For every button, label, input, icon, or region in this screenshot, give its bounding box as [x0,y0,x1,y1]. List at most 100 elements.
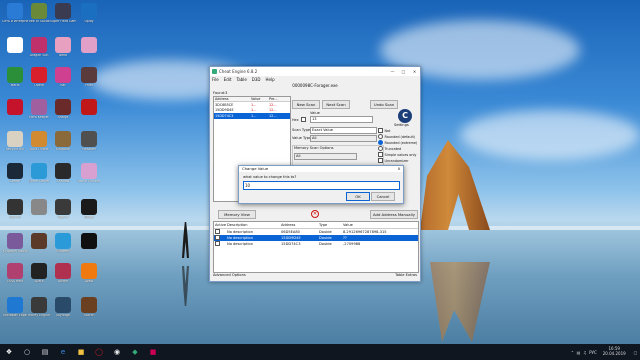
checkbox-box[interactable] [378,158,383,163]
network-icon[interactable]: ▤ [577,350,581,355]
desktop-icon[interactable]: Super Hard Game [50,2,76,32]
cancel-button[interactable]: Cancel [371,192,395,201]
windows-start-icon[interactable]: ❖ [3,347,15,357]
tray-up-icon[interactable]: ⌃ [571,350,574,355]
value-type-select[interactable]: All [310,135,377,142]
active-checkbox[interactable] [215,241,220,246]
cheat-engine-logo-icon[interactable]: C [398,109,412,123]
desktop-icon[interactable]: Сеть и Интернет [2,2,28,32]
column-value[interactable]: Value [251,97,269,101]
result-row-selected[interactable]: 15DD74C3 1... 12... [214,113,290,119]
language-indicator[interactable]: РУС [589,350,597,355]
desktop-icon[interactable]: Luna Online [26,130,52,160]
undo-scan-button[interactable]: Undo Scan [370,100,398,109]
active-checkbox[interactable] [215,229,220,234]
rounded-extreme-radio[interactable]: Rounded (extreme) [378,140,417,145]
cheat-engine-taskbar-icon[interactable]: ◆ [129,347,141,357]
radio-circle[interactable] [378,140,383,145]
desktop-icon[interactable] [26,198,52,228]
desktop-icon[interactable]: Hero Keeper [26,98,52,128]
minimize-icon[interactable]: — [387,69,398,74]
value-input[interactable]: 13 [310,116,373,123]
desktop-icon[interactable]: Pixel [76,66,102,96]
desktop-icon[interactable]: Kingdom [50,130,76,160]
add-address-manually-button[interactable]: Add Address Manually [370,210,418,219]
desktop-icon[interactable]: Avast [76,262,102,292]
column-value[interactable]: Value [343,223,417,227]
rounded-default-radio[interactable]: Rounded (default) [378,134,415,139]
column-description[interactable]: Description [227,223,281,227]
desktop-icon[interactable]: Microsoft Edge [2,296,28,326]
task-view-icon[interactable]: ▤ [39,347,51,357]
steam-icon[interactable]: ◉ [111,347,123,357]
address-table[interactable]: Active Description Address Type Value No… [213,221,419,273]
desktop-icon[interactable]: Scorch [76,296,102,326]
table-row[interactable]: No description 15DD74C3 Double -2709988 [214,241,418,247]
desktop-icon[interactable]: Honey Engine [26,296,52,326]
result-row[interactable]: 3DC6B5CE 1... 12... [214,102,290,108]
maximize-icon[interactable]: □ [398,69,409,74]
column-previous[interactable]: Pre... [269,97,287,101]
hex-box[interactable] [300,117,306,122]
column-type[interactable]: Type [319,223,343,227]
desktop-icon[interactable]: Game Center [26,162,52,192]
desktop-icon[interactable]: Shaiya [50,98,76,128]
volume-icon[interactable]: ♫ [583,350,587,355]
file-explorer-icon[interactable]: ■ [75,347,87,357]
column-address[interactable]: Address [214,97,251,101]
simple-values-checkbox[interactable]: Simple values only [378,152,416,157]
desktop-icon[interactable] [2,98,28,128]
column-address[interactable]: Address [281,223,319,227]
desktop-icon[interactable]: Spark [26,262,52,292]
desktop-icon[interactable]: Kat [50,66,76,96]
checkbox-box[interactable] [378,152,383,157]
new-scan-button[interactable]: New Scan [292,100,320,109]
desktop-icon[interactable]: Brave Frontier [76,162,102,192]
desktop-icon[interactable]: Skyforge [50,296,76,326]
desktop-icon[interactable]: Shadow [50,162,76,192]
desktop-icon[interactable]: Mario [2,66,28,96]
desktop-icon[interactable]: Forsaken [76,130,102,160]
desktop-icon[interactable] [26,232,52,262]
result-row[interactable]: 15DD9D4E 1... 12... [214,108,290,114]
desktop-icon[interactable]: Opera [26,66,52,96]
desktop-icon[interactable]: Skyrim [2,198,28,228]
close-icon[interactable]: ✕ [409,69,420,74]
checkbox-box[interactable] [378,128,383,133]
unrandomizer-checkbox[interactable]: Unrandomizer [378,158,408,163]
desktop-icon[interactable]: Ghost [76,198,102,228]
next-scan-button[interactable]: Next Scan [322,100,350,109]
new-value-input[interactable]: 10 [243,181,400,190]
not-checkbox[interactable]: Not [378,128,390,133]
desktop-icon[interactable]: Recycle Bin [2,130,28,160]
desktop-icon[interactable] [2,36,28,66]
radio-circle[interactable] [378,146,383,151]
desktop-icon[interactable]: uTorrent [50,232,76,262]
menu-file[interactable]: File [212,77,219,82]
desktop-icon[interactable]: Anime [50,262,76,292]
table-extras-link[interactable]: Table Extras [395,273,417,277]
desktop-icon[interactable]: TERA Hero [2,262,28,292]
game-taskbar-icon[interactable]: ■ [147,347,159,357]
ok-button[interactable]: OK [346,192,370,201]
desktop-icon[interactable]: Age of [50,198,76,228]
desktop-icon[interactable]: Uplay [76,2,102,32]
active-checkbox[interactable] [215,235,220,240]
desktop-icon[interactable]: Steam [2,162,28,192]
memory-view-button[interactable]: Memory View [218,210,256,219]
hex-checkbox[interactable]: Hex [292,117,307,122]
close-icon[interactable]: X [395,166,403,172]
desktop-icon[interactable] [76,36,102,66]
scan-type-select[interactable]: Exact Value [310,127,377,134]
menu-edit[interactable]: Edit [224,77,232,82]
menu-table[interactable]: Table [236,77,246,82]
desktop-icon[interactable] [76,98,102,128]
desktop-icon[interactable]: Tree of Savior [26,2,52,32]
desktop-icon[interactable]: Dragon Sun [26,36,52,66]
search-icon[interactable]: ○ [21,347,33,357]
edge-icon[interactable]: e [57,347,69,357]
notifications-icon[interactable]: ▢ [634,350,638,355]
memory-region-select[interactable]: All [294,153,357,160]
radio-circle[interactable] [378,134,383,139]
opera-icon[interactable]: ◯ [93,347,105,357]
